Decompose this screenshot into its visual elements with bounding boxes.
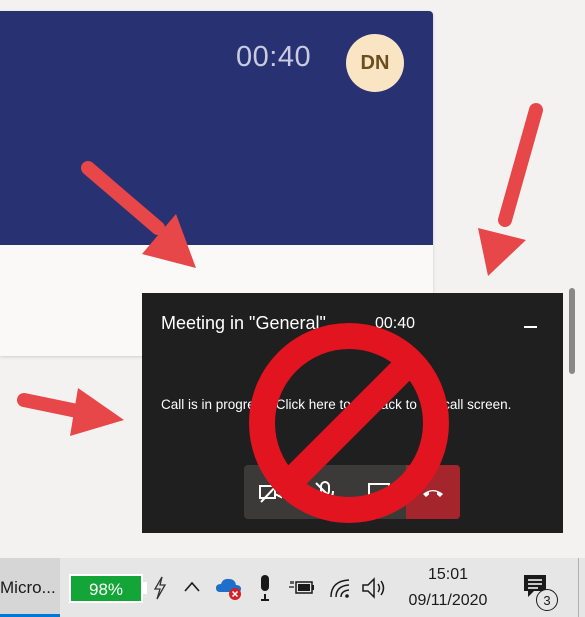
scrollbar-thumb[interactable] <box>569 288 575 374</box>
onedrive-cloud-icon[interactable] <box>215 575 243 601</box>
arrow-icon <box>81 161 196 268</box>
wifi-icon[interactable] <box>328 576 352 600</box>
annotation-arrows <box>17 103 543 436</box>
power-bolt-icon <box>153 576 167 600</box>
clock-time[interactable]: 15:01 <box>400 566 496 584</box>
taskbar-app-teams[interactable]: Micro... <box>0 558 60 617</box>
show-desktop-button[interactable] <box>578 558 585 617</box>
volume-icon[interactable] <box>361 576 387 600</box>
battery-cap <box>143 582 147 594</box>
scrollbar[interactable] <box>565 285 579 550</box>
microphone-icon[interactable] <box>257 574 273 602</box>
power-plug-battery-icon[interactable] <box>288 578 316 598</box>
arrow-icon <box>17 388 124 436</box>
battery-percent: 98% <box>88 580 124 599</box>
notification-count-badge: 3 <box>536 589 558 611</box>
clock-date[interactable]: 09/11/2020 <box>400 592 496 610</box>
taskbar: Micro... 98% 15:01 09/11/2020 3 <box>0 558 585 617</box>
show-hidden-icons-chevron-icon[interactable] <box>183 580 201 594</box>
taskbar-app-label: Micro... <box>0 578 56 597</box>
arrow-icon <box>478 103 543 276</box>
battery-indicator[interactable]: 98% <box>69 574 143 603</box>
